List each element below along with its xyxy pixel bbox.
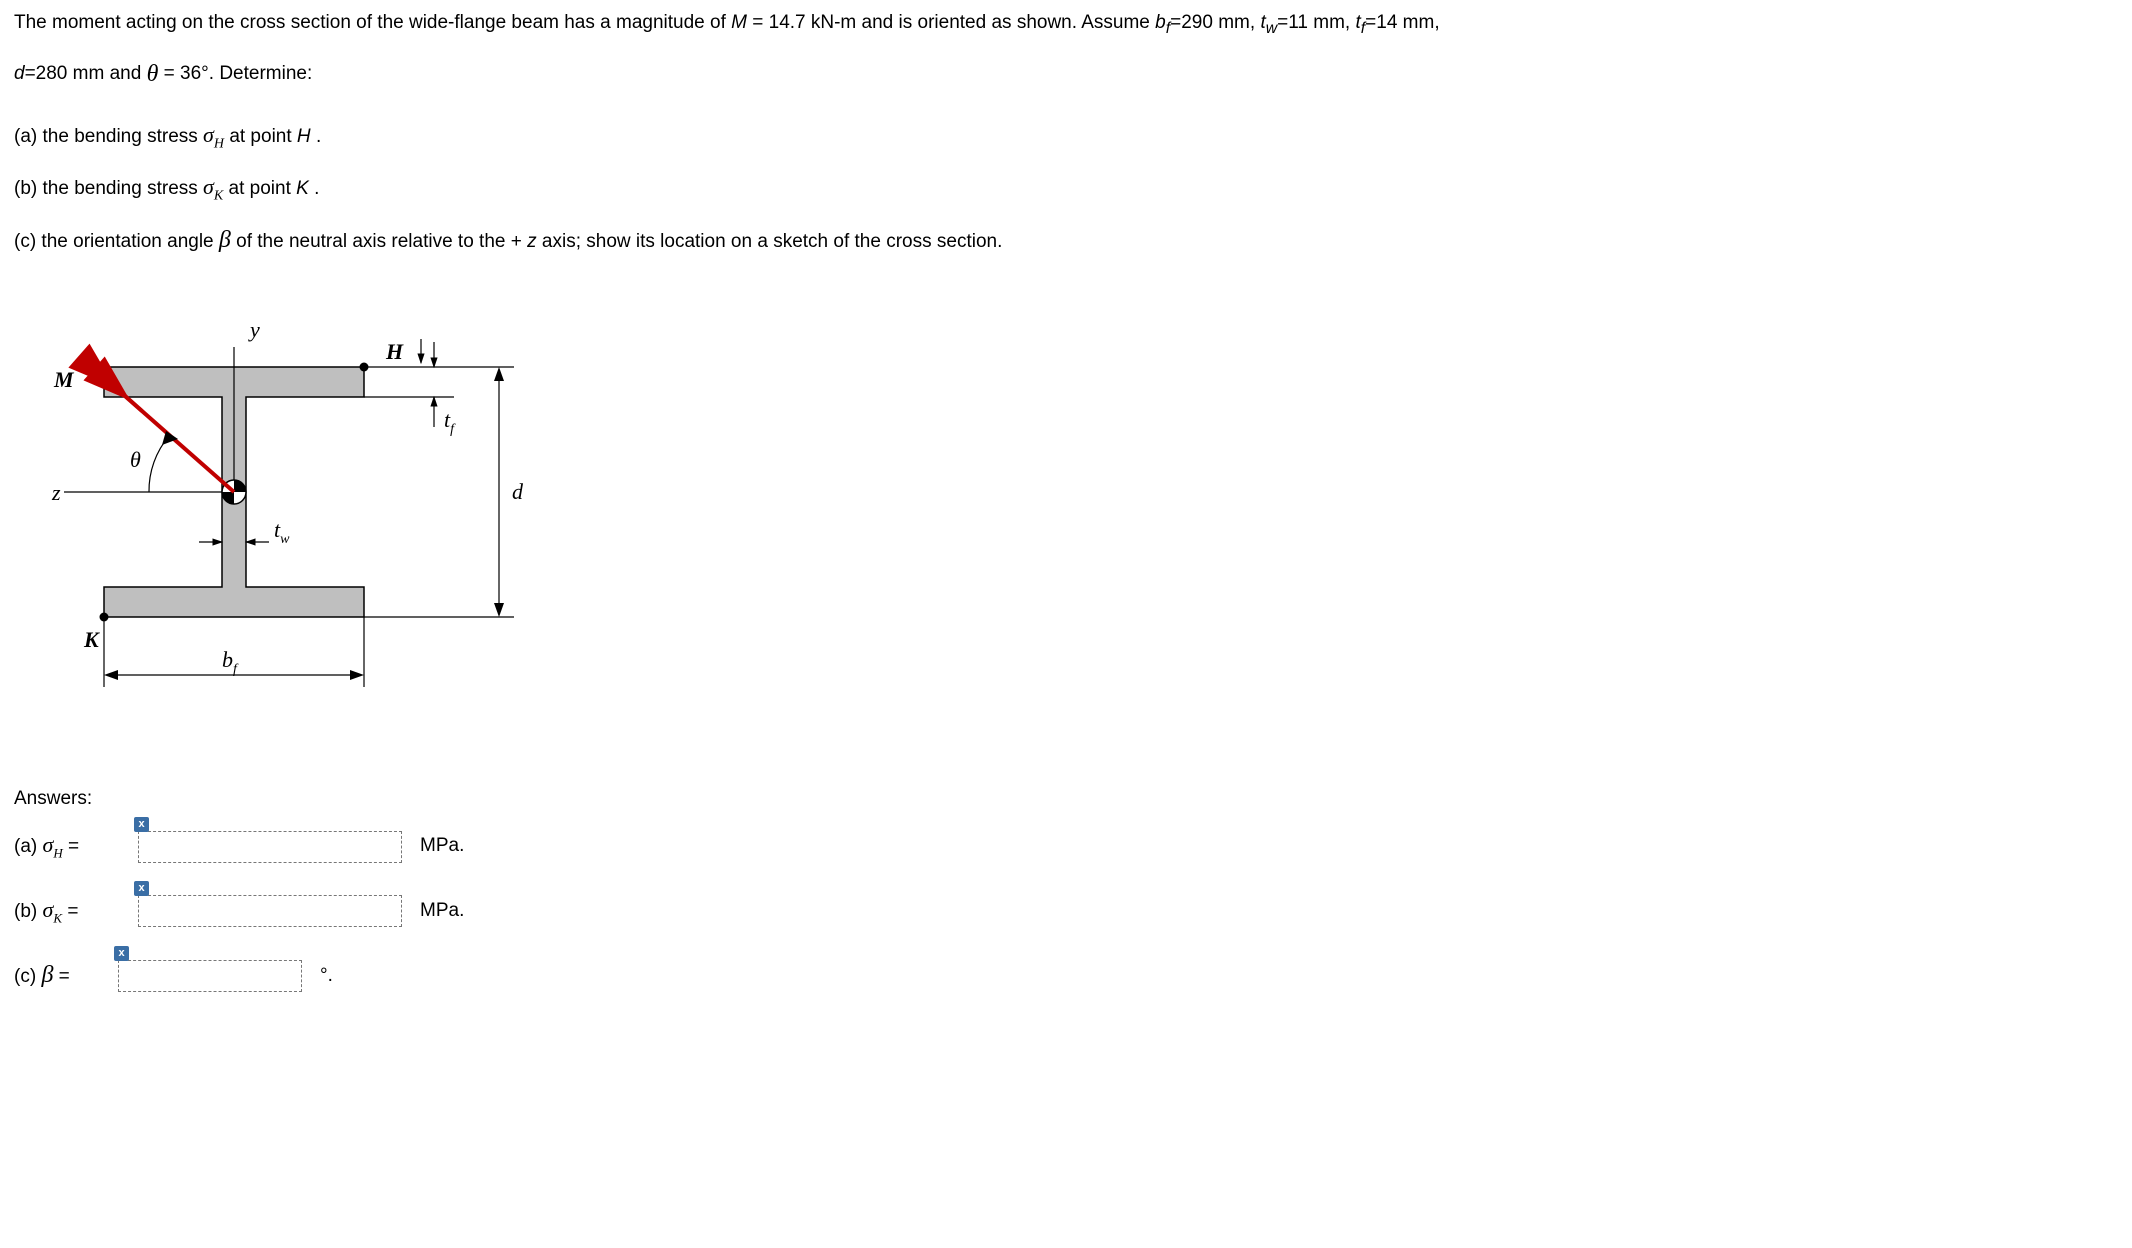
d-symbol: d (14, 63, 25, 84)
sigma-k-symbol: σK (203, 174, 223, 199)
tf-symbol: tf (1355, 12, 1365, 33)
moment-label: M (53, 367, 75, 392)
answer-b-unit: MPa. (420, 898, 464, 925)
answer-a-unit: MPa. (420, 833, 464, 860)
answer-row-c: (c) β = x °. (14, 959, 2114, 993)
z-axis-label: z (51, 480, 61, 505)
point-h-label: H (385, 339, 404, 364)
tf-label: tf (444, 407, 456, 437)
point-k: K (296, 178, 309, 199)
theta-label: θ (130, 447, 141, 472)
intro-text-2: and is oriented as shown. Assume (862, 12, 1156, 33)
intro-line-2: d=280 mm and θ = 36°. Determine: (14, 58, 2114, 92)
tf-dimension: tf (364, 342, 456, 437)
answer-b-label: (b) σK = (14, 895, 124, 928)
tw-label: tw (274, 517, 290, 547)
part-c-text-2: of the neutral axis relative to the + (236, 231, 522, 252)
point-h: H (297, 126, 311, 147)
answer-b-input-wrap: x (138, 895, 402, 927)
answer-a-label: (a) σH = (14, 830, 124, 863)
part-c: (c) the orientation angle β of the neutr… (14, 224, 2114, 258)
part-b-text-3: . (314, 178, 319, 199)
tw-symbol: tw (1260, 12, 1277, 33)
part-c-text-3: axis; show its location on a sketch of t… (542, 231, 1002, 252)
answer-c-label: (c) β = (14, 959, 104, 993)
problem-page: The moment acting on the cross section o… (0, 0, 2128, 1055)
beta-symbol: β (219, 227, 231, 253)
part-a: (a) the bending stress σH at point H . (14, 120, 2114, 154)
d-dimension: d (364, 367, 524, 617)
answer-b-input[interactable] (138, 895, 402, 927)
theta-angle: θ (130, 431, 178, 492)
intro-text-1: The moment acting on the cross section o… (14, 12, 731, 33)
answer-c-input[interactable] (118, 960, 302, 992)
bf-value: =290 mm, (1170, 12, 1260, 33)
theta-symbol: θ (147, 61, 159, 87)
answers-heading: Answers: (14, 786, 2114, 813)
bf-label: bf (222, 647, 239, 677)
answer-a-input-wrap: x (138, 831, 402, 863)
tf-value: =14 mm, (1365, 12, 1439, 33)
incorrect-icon: x (134, 881, 149, 896)
part-b-text-1: (b) the bending stress (14, 178, 203, 199)
part-a-text-3: . (316, 126, 321, 147)
tw-value: =11 mm, (1277, 12, 1355, 33)
sigma-h-symbol: σH (203, 122, 224, 147)
cross-section-diagram: y z M θ (34, 287, 2114, 766)
answer-row-a: (a) σH = x MPa. (14, 830, 2114, 863)
moment-value: M = 14.7 kN-m (731, 12, 856, 33)
part-b-text-2: at point (229, 178, 297, 199)
incorrect-icon: x (114, 946, 129, 961)
diagram-svg: y z M θ (34, 287, 554, 757)
intro-line-1: The moment acting on the cross section o… (14, 10, 2114, 40)
incorrect-icon: x (134, 817, 149, 832)
theta-value: = 36°. Determine: (164, 63, 313, 84)
answer-c-input-wrap: x (118, 960, 302, 992)
part-b: (b) the bending stress σK at point K . (14, 172, 2114, 206)
part-a-text-2: at point (229, 126, 297, 147)
d-value: =280 mm and (25, 63, 147, 84)
answer-c-unit: °. (320, 963, 333, 990)
z-axis-ref: z (527, 231, 537, 252)
part-c-text-1: (c) the orientation angle (14, 231, 219, 252)
part-a-text-1: (a) the bending stress (14, 126, 203, 147)
bf-dimension: bf (104, 617, 364, 687)
answer-row-b: (b) σK = x MPa. (14, 895, 2114, 928)
y-axis-label: y (248, 317, 260, 342)
point-k-label: K (83, 627, 100, 652)
d-label: d (512, 479, 524, 504)
bf-symbol: bf (1155, 12, 1170, 33)
answer-a-input[interactable] (138, 831, 402, 863)
